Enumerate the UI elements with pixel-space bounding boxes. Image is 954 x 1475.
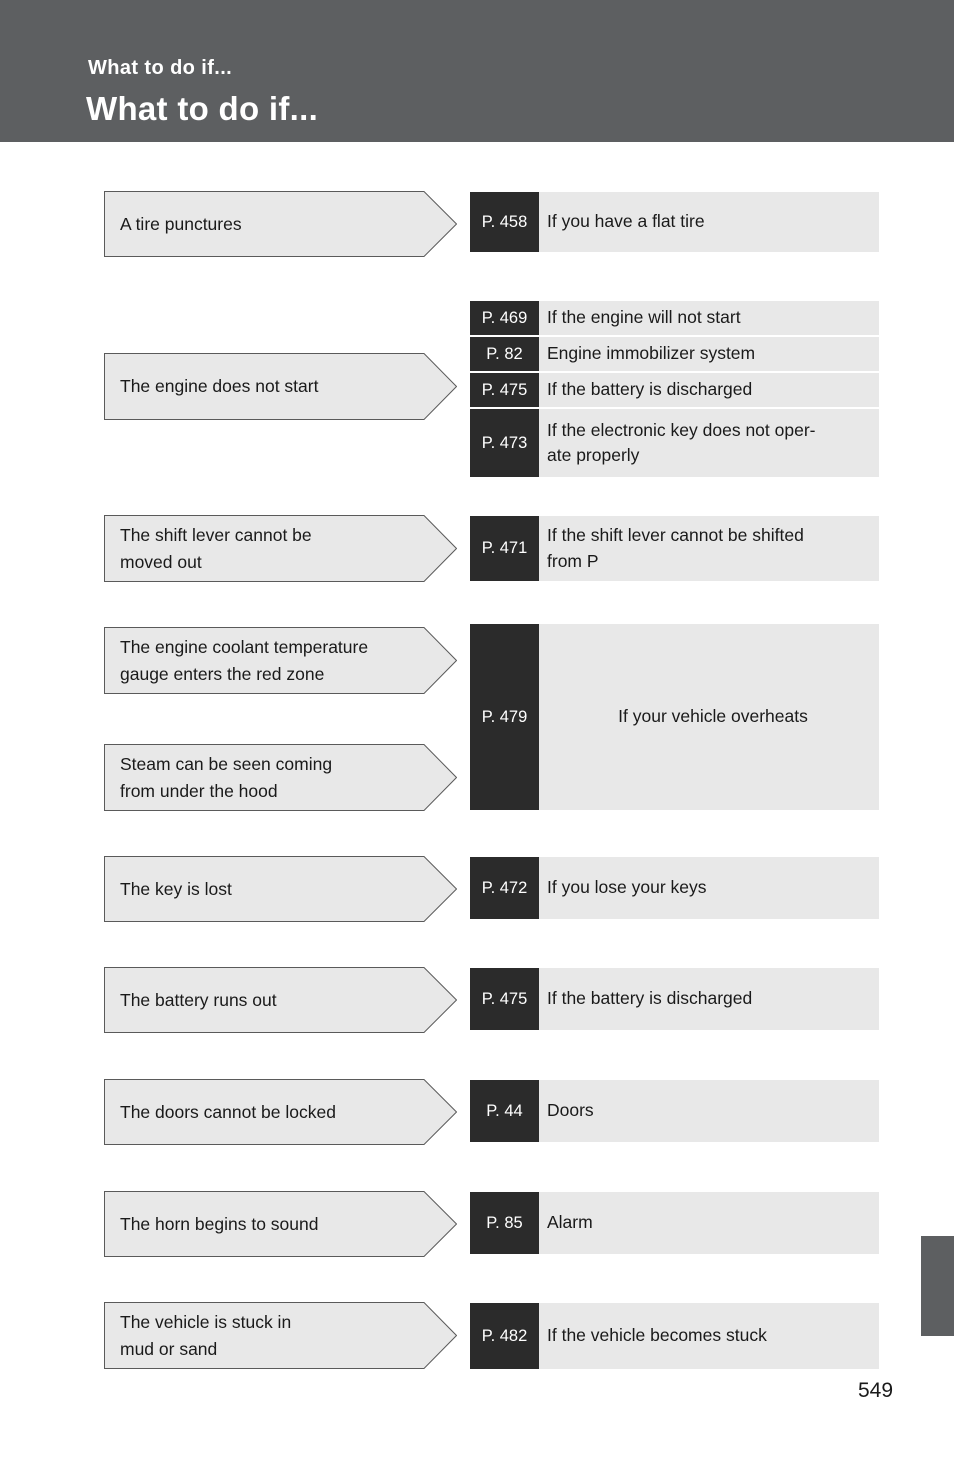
- reference-title: If the battery is discharged: [539, 373, 879, 407]
- symptom-text-line: Steam can be seen coming: [120, 754, 333, 775]
- symptom-text-line: The doors cannot be locked: [120, 1101, 336, 1122]
- symptom-text: The shift lever cannot be moved out: [120, 515, 411, 582]
- reference-title-line: If the vehicle becomes stuck: [547, 1325, 767, 1346]
- symptom-text: The engine coolant temperature gauge ente…: [120, 627, 411, 694]
- symptom-callout: The shift lever cannot be moved out: [104, 515, 457, 582]
- symptom-text: A tire punctures: [120, 191, 411, 257]
- reference-row[interactable]: P. 469 If the engine will not start: [470, 301, 879, 335]
- symptom-text-line: from under the hood: [120, 780, 278, 801]
- symptom-text-line: The shift lever cannot be: [120, 525, 312, 546]
- reference-title-line: from P: [547, 550, 599, 571]
- reference-row[interactable]: P. 471 If the shift lever cannot be shift…: [470, 516, 879, 581]
- symptom-callout: The engine does not start: [104, 353, 457, 420]
- symptom-callout: A tire punctures: [104, 191, 457, 257]
- reference-title-line: If your vehicle overheats: [618, 706, 808, 727]
- page-reference-badge[interactable]: P. 473: [470, 409, 539, 477]
- reference-title: Doors: [539, 1080, 879, 1142]
- symptom-text-line: The horn begins to sound: [120, 1213, 319, 1234]
- reference-row[interactable]: P. 472 If you lose your keys: [470, 857, 879, 919]
- symptom-text: The doors cannot be locked: [120, 1079, 411, 1145]
- symptom-text-line: mud or sand: [120, 1338, 218, 1359]
- reference-title: If the battery is discharged: [539, 968, 879, 1030]
- symptom-callout: The vehicle is stuck in mud or sand: [104, 1302, 457, 1369]
- reference-title: If your vehicle overheats: [539, 624, 879, 810]
- page-reference-badge[interactable]: P. 482: [470, 1303, 539, 1369]
- troubleshooting-index: A tire punctures P. 458 If you have a flat…: [0, 0, 954, 1475]
- reference-title-line: If the engine will not start: [547, 307, 741, 328]
- reference-title: If the vehicle becomes stuck: [539, 1303, 879, 1369]
- reference-title-line: If the shift lever cannot be shifted: [547, 525, 804, 546]
- reference-row[interactable]: P. 482 If the vehicle becomes stuck: [470, 1303, 879, 1369]
- reference-title-line: If the battery is discharged: [547, 379, 753, 400]
- symptom-callout: The key is lost: [104, 856, 457, 922]
- reference-title-line: Engine immobilizer system: [547, 343, 756, 364]
- page-reference-badge[interactable]: P. 472: [470, 857, 539, 919]
- symptom-text: The horn begins to sound: [120, 1191, 411, 1257]
- page-reference-badge[interactable]: P. 471: [470, 516, 539, 581]
- page-reference-badge[interactable]: P. 82: [470, 337, 539, 371]
- symptom-text-line: moved out: [120, 551, 202, 572]
- reference-row[interactable]: P. 479 If your vehicle overheats: [470, 624, 879, 810]
- symptom-text-line: The key is lost: [120, 878, 232, 899]
- reference-title-line: ate properly: [547, 445, 640, 465]
- symptom-text-line: The battery runs out: [120, 989, 277, 1010]
- reference-row[interactable]: P. 473 If the electronic key does not ope…: [470, 409, 879, 477]
- symptom-callout: Steam can be seen coming from under the h…: [104, 744, 457, 811]
- reference-title-line: Doors: [547, 1100, 594, 1121]
- reference-row[interactable]: P. 44 Doors: [470, 1080, 879, 1142]
- symptom-callout: The horn begins to sound: [104, 1191, 457, 1257]
- reference-title: If the engine will not start: [539, 301, 879, 335]
- reference-title-line: If you have a flat tire: [547, 211, 705, 232]
- page-reference-badge[interactable]: P. 44: [470, 1080, 539, 1142]
- symptom-text: Steam can be seen coming from under the h…: [120, 744, 411, 811]
- page-reference-badge[interactable]: P. 469: [470, 301, 539, 335]
- page-reference-badge[interactable]: P. 479: [470, 624, 539, 810]
- symptom-text: The battery runs out: [120, 967, 411, 1033]
- reference-title-line: If you lose your keys: [547, 877, 707, 898]
- reference-title: If you have a flat tire: [539, 192, 879, 252]
- symptom-callout: The engine coolant temperature gauge ente…: [104, 627, 457, 694]
- page-number: 549: [858, 1379, 894, 1402]
- symptom-text-line: The vehicle is stuck in: [120, 1312, 292, 1333]
- symptom-text: The key is lost: [120, 856, 411, 922]
- reference-row[interactable]: P. 475 If the battery is discharged: [470, 373, 879, 407]
- reference-title: Alarm: [539, 1192, 879, 1254]
- symptom-callout: The battery runs out: [104, 967, 457, 1033]
- symptom-callout: The doors cannot be locked: [104, 1079, 457, 1145]
- symptom-text: The engine does not start: [120, 353, 411, 420]
- symptom-text-line: The engine coolant temperature: [120, 637, 369, 658]
- reference-title: If the shift lever cannot be shifted from…: [539, 516, 879, 581]
- reference-row[interactable]: P. 475 If the battery is discharged: [470, 968, 879, 1030]
- reference-title-line: Alarm: [547, 1212, 593, 1233]
- reference-title-line: If the battery is discharged: [547, 988, 753, 1009]
- page-reference-badge[interactable]: P. 475: [470, 968, 539, 1030]
- symptom-text-line: gauge enters the red zone: [120, 663, 325, 684]
- page-reference-badge[interactable]: P. 475: [470, 373, 539, 407]
- reference-title: If the electronic key does not oper-ate …: [539, 409, 879, 477]
- symptom-text-line: A tire punctures: [120, 213, 242, 234]
- reference-row[interactable]: P. 458 If you have a flat tire: [470, 192, 879, 252]
- reference-title-line: If the electronic key does not oper-: [547, 419, 816, 440]
- reference-title: If you lose your keys: [539, 857, 879, 919]
- symptom-text: The vehicle is stuck in mud or sand: [120, 1302, 411, 1369]
- reference-title: Engine immobilizer system: [539, 337, 879, 371]
- reference-row[interactable]: P. 85 Alarm: [470, 1192, 879, 1254]
- page-reference-badge[interactable]: P. 85: [470, 1192, 539, 1254]
- symptom-text-line: The engine does not start: [120, 376, 319, 397]
- page-reference-badge[interactable]: P. 458: [470, 192, 539, 252]
- reference-row[interactable]: P. 82 Engine immobilizer system: [470, 337, 879, 371]
